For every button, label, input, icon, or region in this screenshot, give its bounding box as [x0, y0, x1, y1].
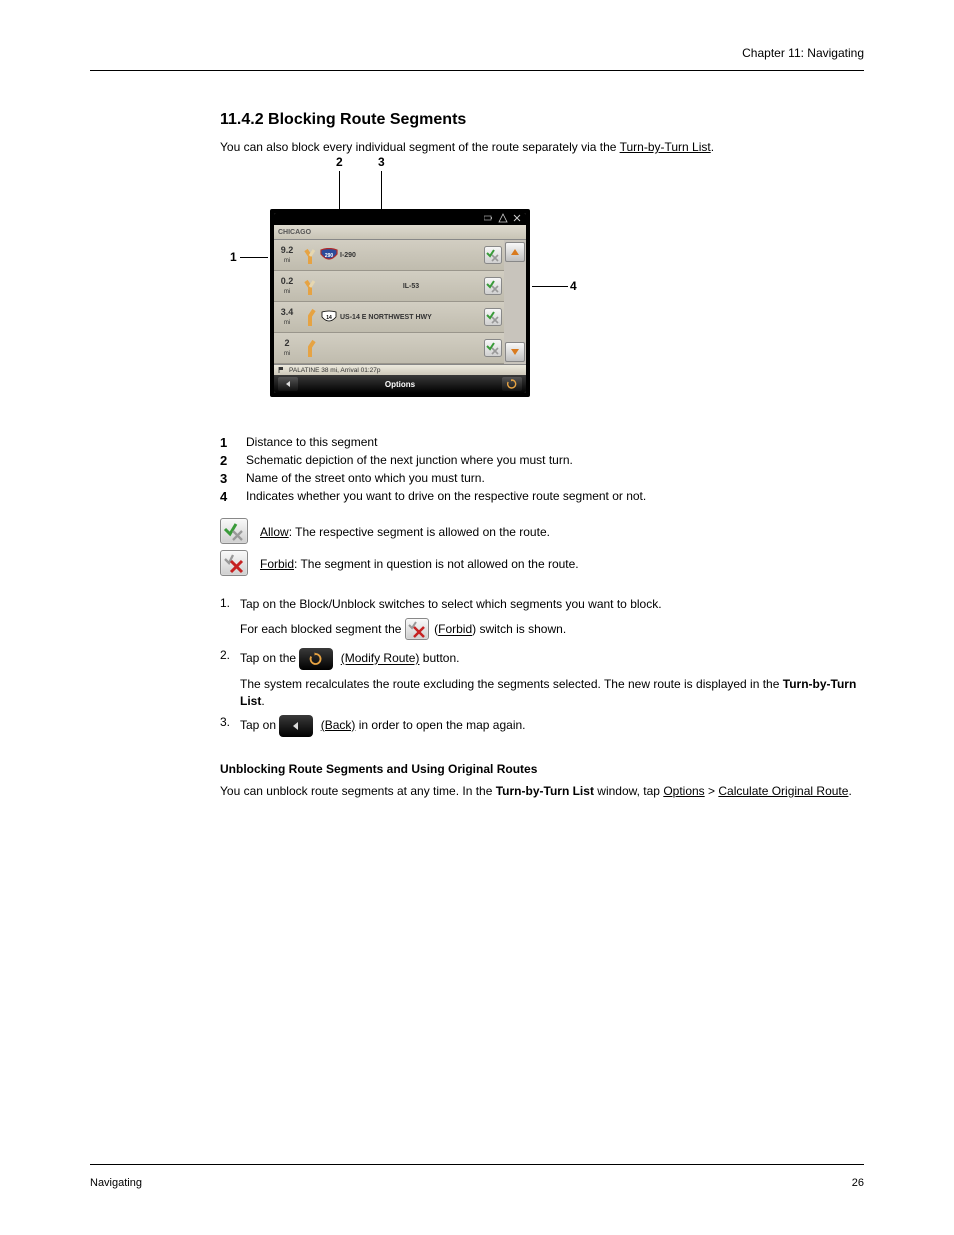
road-name: I-290: [338, 252, 482, 259]
legend: 1 Distance to this segment 2 Schematic dep…: [220, 435, 864, 504]
unblock-title: Unblocking Route Segments and Using Orig…: [220, 761, 860, 777]
header-rule: [90, 70, 864, 71]
turn-arrow-icon: [300, 306, 320, 328]
block-toggle[interactable]: [484, 339, 502, 357]
svg-text:14: 14: [326, 315, 332, 321]
turn-arrow-icon: [300, 337, 320, 359]
scroll-up-button[interactable]: [505, 242, 525, 262]
distance: 2mi: [274, 339, 300, 356]
battery-icon: [484, 213, 494, 223]
shield-spacer: [320, 341, 338, 355]
modify-route-icon: [299, 648, 333, 670]
block-toggle[interactable]: [484, 308, 502, 326]
forbid-text: Forbid: The segment in question is not a…: [260, 557, 579, 571]
leader-4: [532, 286, 568, 287]
device-frame: CHICAGO 9.2mi 290: [270, 209, 530, 397]
table-row[interactable]: 0.2mi IL-53: [274, 271, 504, 302]
legend-text-3: Name of the street onto which you must t…: [246, 471, 864, 485]
road-name: US-14 E NORTHWEST HWY: [338, 314, 482, 321]
turn-arrow-icon: [300, 275, 320, 297]
legend-num-4: 4: [220, 489, 234, 504]
leader-1: [240, 257, 268, 258]
options-button[interactable]: Options: [298, 380, 502, 389]
table-row[interactable]: 2mi: [274, 333, 504, 364]
turn-list: 9.2mi 290 I-290: [274, 240, 526, 364]
back-icon: [279, 715, 313, 737]
table-row[interactable]: 9.2mi 290 I-290: [274, 240, 504, 271]
flag-icon: [278, 366, 286, 374]
scroll-down-button[interactable]: [505, 342, 525, 362]
table-row[interactable]: 3.4mi 14 US-14 E NORTHWEST HWY: [274, 302, 504, 333]
footer-right: 26: [852, 1177, 864, 1189]
legend-num-1: 1: [220, 435, 234, 450]
callout-2: 2: [336, 155, 343, 169]
legend-num-3: 3: [220, 471, 234, 486]
forbid-icon: [220, 550, 248, 576]
page-footer: Navigating 26: [90, 1177, 864, 1189]
legend-text-2: Schematic depiction of the next junction…: [246, 453, 864, 467]
block-toggle[interactable]: [484, 246, 502, 264]
step-3: The system recalculates the route exclud…: [240, 676, 864, 708]
route-summary: PALATINE 38 mi, Arrival 01:27p: [274, 364, 526, 375]
intro-text: You can also block every individual segm…: [220, 139, 860, 155]
step-4: Tap on (Back) in order to open the map a…: [240, 715, 864, 737]
footer-rule: [90, 1164, 864, 1165]
legend-text-4: Indicates whether you want to drive on t…: [246, 489, 864, 503]
legend-num-2: 2: [220, 453, 234, 468]
status-bar: [274, 213, 526, 225]
warning-icon: [498, 213, 508, 223]
allow-text: Allow: The respective segment is allowed…: [260, 525, 550, 539]
allow-icon: [220, 518, 248, 544]
step-1: Tap on the Block/Unblock switches to sel…: [240, 596, 864, 612]
unblock-body: You can unblock route segments at any ti…: [220, 783, 860, 799]
callout-4: 4: [570, 279, 577, 293]
figure: 1 2 3 4 CHICAGO: [270, 185, 690, 405]
screen-titlebar: CHICAGO: [274, 225, 526, 240]
close-status-icon: [512, 213, 522, 223]
softkey-bar: Options: [274, 375, 526, 393]
scroll-column: [504, 240, 526, 364]
callout-3: 3: [378, 155, 385, 169]
legend-text-1: Distance to this segment: [246, 435, 864, 449]
step-2: Tap on the (Modify Route) button.: [240, 648, 864, 670]
road-name: IL-53: [338, 283, 482, 290]
distance: 9.2mi: [274, 246, 300, 263]
forbid-icon-inline: [405, 618, 429, 640]
device-screen: CHICAGO 9.2mi 290: [274, 213, 526, 393]
page-header: Chapter 11: Navigating: [90, 46, 864, 60]
footer-left: Navigating: [90, 1177, 142, 1189]
distance: 0.2mi: [274, 277, 300, 294]
section-title: 11.4.2 Blocking Route Segments: [220, 111, 864, 129]
svg-text:290: 290: [325, 253, 334, 259]
recalculate-button[interactable]: [502, 377, 522, 391]
callout-1: 1: [230, 250, 237, 264]
us-shield-icon: 14: [320, 310, 338, 324]
note-forbid: For each blocked segment the (Forbid) sw…: [240, 618, 864, 642]
distance: 3.4mi: [274, 308, 300, 325]
back-button[interactable]: [278, 377, 298, 391]
shield-spacer: [320, 279, 338, 293]
interstate-shield-icon: 290: [320, 248, 338, 262]
turn-arrow-icon: [300, 244, 320, 266]
block-toggle[interactable]: [484, 277, 502, 295]
